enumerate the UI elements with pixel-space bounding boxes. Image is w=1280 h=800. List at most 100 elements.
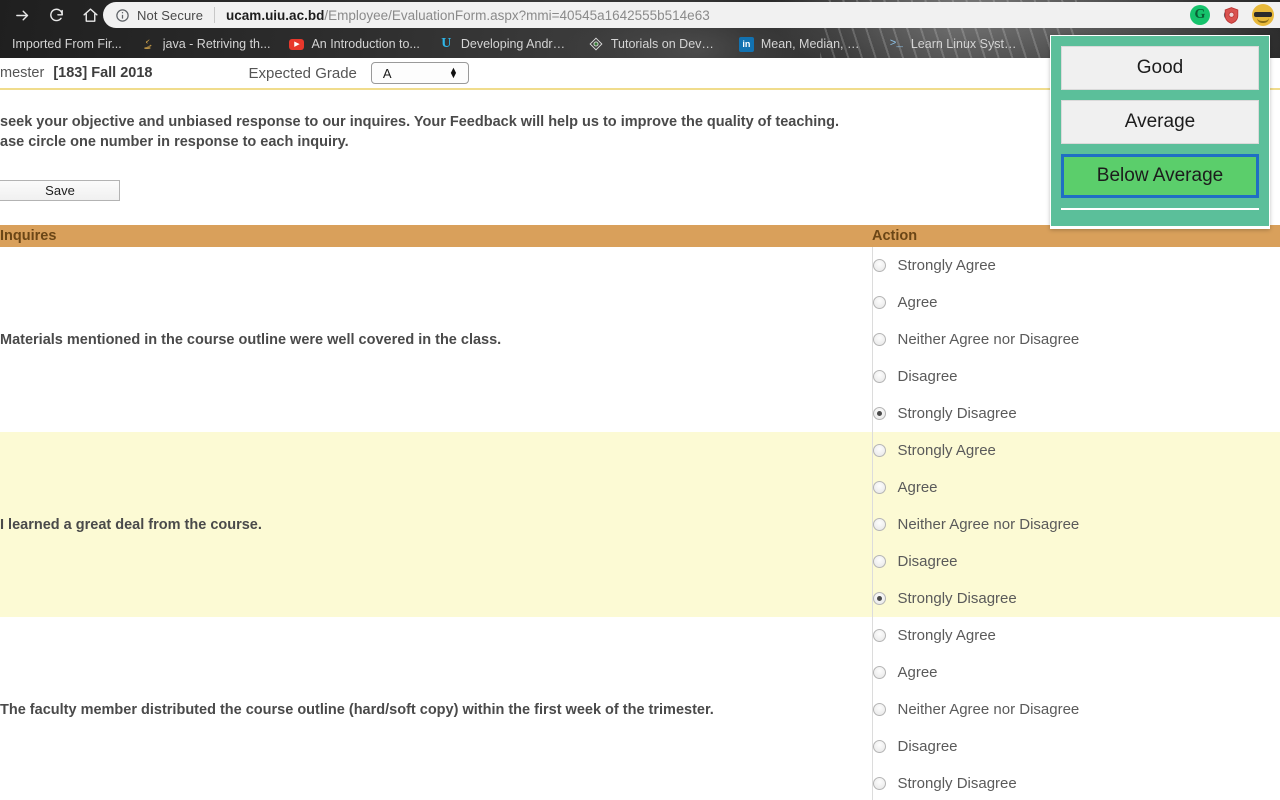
radio-button[interactable]: [872, 555, 886, 568]
info-icon[interactable]: [115, 8, 130, 23]
radio-option[interactable]: Agree: [872, 284, 1280, 321]
radio-option[interactable]: Disagree: [872, 358, 1280, 395]
radio-button[interactable]: [872, 703, 886, 716]
rating-option-below-average[interactable]: Below Average: [1061, 154, 1259, 198]
radio-option-label: Strongly Agree: [897, 442, 996, 459]
radio-button[interactable]: [872, 629, 886, 642]
home-button[interactable]: [76, 1, 104, 29]
table-row: The faculty member distributed the cours…: [0, 617, 1280, 800]
rating-option-label: Average: [1124, 111, 1196, 132]
linkedin-icon: in: [738, 36, 754, 52]
reload-button[interactable]: [42, 1, 70, 29]
radio-button[interactable]: [872, 444, 886, 457]
url-text[interactable]: ucam.uiu.ac.bd/Employee/EvaluationForm.a…: [226, 8, 1280, 23]
profile-avatar[interactable]: [1252, 4, 1274, 26]
radio-option-label: Agree: [897, 479, 938, 496]
bookmark-item[interactable]: U Developing Androi...: [431, 32, 581, 56]
radio-button[interactable]: [872, 481, 886, 494]
rating-option-partial[interactable]: [1061, 208, 1259, 228]
radio-option-label: Neither Agree nor Disagree: [897, 516, 1080, 533]
radio-button[interactable]: [872, 666, 886, 679]
question-cell: Materials mentioned in the course outlin…: [0, 331, 502, 348]
radio-option[interactable]: Strongly Agree: [872, 617, 1280, 654]
extension-icons: G: [1190, 2, 1274, 28]
radio-option-label: Strongly Disagree: [897, 590, 1017, 607]
save-button[interactable]: Save: [0, 180, 120, 201]
bookmark-item[interactable]: java - Retriving th...: [133, 32, 282, 56]
bookmark-item[interactable]: Imported From Fir...: [4, 32, 133, 56]
bookmark-label: Tutorials on DevO...: [610, 37, 720, 51]
devops-icon: [589, 37, 604, 52]
rating-option-label: Good: [1136, 57, 1184, 78]
udacity-icon: U: [441, 36, 452, 51]
table-body: Materials mentioned in the course outlin…: [0, 247, 1280, 800]
omnibox-divider: [214, 7, 216, 23]
url-host: ucam.uiu.ac.bd: [226, 7, 325, 23]
radio-option-label: Disagree: [897, 553, 958, 570]
bookmark-item[interactable]: ▶ An Introduction to...: [281, 32, 430, 56]
radio-button[interactable]: [872, 259, 886, 272]
radio-button[interactable]: [872, 518, 886, 531]
rating-option-good[interactable]: Good: [1061, 46, 1259, 90]
radio-option[interactable]: Strongly Disagree: [872, 395, 1280, 432]
radio-option-label: Neither Agree nor Disagree: [897, 331, 1080, 348]
bookmark-label: Learn Linux Syste...: [910, 37, 1020, 51]
radio-option-label: Strongly Disagree: [897, 775, 1017, 792]
url-path: /Employee/EvaluationForm.aspx?mmi=40545a…: [324, 7, 710, 23]
popup-bottom-edge: [1051, 226, 1269, 229]
radio-option[interactable]: Neither Agree nor Disagree: [872, 506, 1280, 543]
bookmark-label: Mean, Median, Mo...: [760, 37, 870, 51]
radio-option[interactable]: Strongly Disagree: [872, 765, 1280, 800]
radio-option[interactable]: Neither Agree nor Disagree: [872, 691, 1280, 728]
bookmark-label: Imported From Fir...: [12, 37, 122, 51]
radio-option[interactable]: Strongly Agree: [872, 432, 1280, 469]
radio-option-label: Agree: [897, 664, 938, 681]
bookmark-item[interactable]: in Mean, Median, Mo...: [731, 32, 881, 56]
address-bar[interactable]: Not Secure ucam.uiu.ac.bd/Employee/Evalu…: [103, 2, 1280, 28]
radio-option-label: Agree: [897, 294, 938, 311]
bookmark-item[interactable]: Tutorials on DevO...: [581, 32, 731, 56]
bookmark-label: An Introduction to...: [311, 37, 420, 51]
radio-button[interactable]: [872, 407, 886, 420]
radio-button[interactable]: [872, 777, 886, 790]
radio-option-label: Disagree: [897, 368, 958, 385]
grammarly-extension-icon[interactable]: G: [1190, 5, 1210, 25]
radio-button[interactable]: [872, 370, 886, 383]
terminal-icon: >_: [889, 38, 903, 50]
bookmark-item[interactable]: >_ Learn Linux Syste...: [881, 32, 1031, 56]
radio-option[interactable]: Agree: [872, 469, 1280, 506]
semester-value: [183] Fall 2018: [53, 65, 153, 81]
table-row: Materials mentioned in the course outlin…: [0, 247, 1280, 432]
column-header-inquiries: Inquires: [0, 225, 872, 247]
action-cell: Strongly Agree Agree Neither Agree nor Dis…: [871, 617, 1280, 800]
radio-option[interactable]: Disagree: [872, 543, 1280, 580]
radio-button[interactable]: [872, 296, 886, 309]
table-row: I learned a great deal from the course. S…: [0, 432, 1280, 617]
radio-option-label: Disagree: [897, 738, 958, 755]
bookmark-label: Developing Androi...: [460, 37, 570, 51]
radio-option[interactable]: Strongly Disagree: [872, 580, 1280, 617]
question-cell: The faculty member distributed the cours…: [0, 701, 714, 718]
radio-button[interactable]: [872, 592, 886, 605]
radio-option-label: Strongly Agree: [897, 627, 996, 644]
radio-option-label: Neither Agree nor Disagree: [897, 701, 1080, 718]
radio-button[interactable]: [872, 740, 886, 753]
radio-option[interactable]: Agree: [872, 654, 1280, 691]
expected-grade-select[interactable]: A ▲ ▼: [370, 62, 469, 84]
rating-option-label: Below Average: [1096, 165, 1224, 186]
rating-option-average[interactable]: Average: [1061, 100, 1259, 144]
action-cell: Strongly Agree Agree Neither Agree nor Dis…: [871, 432, 1280, 617]
inquiry-table: Inquires Action Materials mentioned in t…: [0, 225, 1280, 800]
radio-option[interactable]: Neither Agree nor Disagree: [872, 321, 1280, 358]
java-icon: [141, 37, 156, 52]
adblock-shield-extension-icon[interactable]: [1221, 5, 1241, 25]
radio-option[interactable]: Disagree: [872, 728, 1280, 765]
forward-button[interactable]: [8, 1, 36, 29]
action-cell: Strongly Agree Agree Neither Agree nor Dis…: [871, 247, 1280, 432]
youtube-icon: ▶: [289, 38, 305, 50]
rating-popup: Good Average Below Average: [1050, 35, 1270, 229]
stepper-arrows-icon: ▲ ▼: [448, 65, 458, 80]
radio-button[interactable]: [872, 333, 886, 346]
semester-label: mester: [0, 65, 45, 81]
radio-option[interactable]: Strongly Agree: [872, 247, 1280, 284]
